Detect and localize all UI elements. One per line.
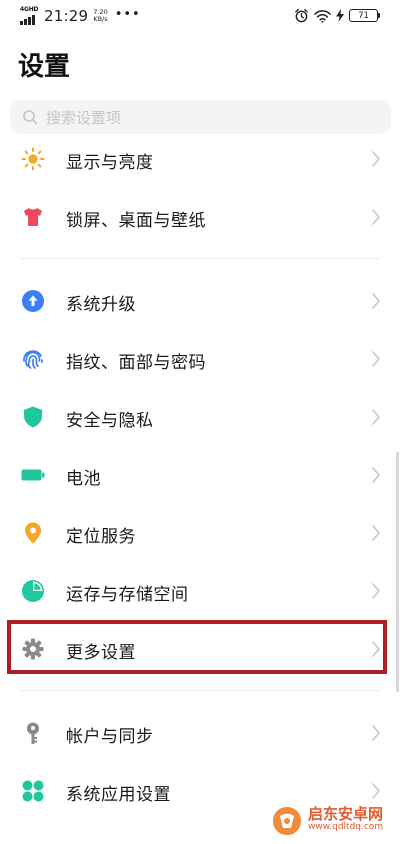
watermark-logo-icon [273, 807, 301, 835]
cellular-signal-icon: 4GHD [20, 6, 39, 26]
watermark-url: www.qdltdq.com [308, 822, 384, 832]
location-pin-icon [25, 522, 41, 544]
alarm-icon [295, 8, 308, 23]
app-grid-icon [22, 780, 44, 802]
settings-item-location-services[interactable]: 定位服务 [0, 508, 400, 560]
settings-item-lockscreen-wallpaper[interactable]: 锁屏、桌面与壁纸 [0, 192, 400, 244]
shield-icon [24, 406, 42, 428]
chevron-right-icon [372, 725, 380, 741]
gear-icon [22, 638, 44, 660]
key-icon [27, 722, 39, 744]
chevron-right-icon [372, 525, 380, 541]
settings-item-memory-storage[interactable]: 运存与存储空间 [0, 566, 400, 618]
settings-item-label: 运存与存储空间 [66, 584, 189, 605]
tshirt-icon [24, 208, 42, 226]
battery-indicator: 71 [349, 9, 380, 22]
chevron-right-icon [372, 409, 380, 425]
search-icon [23, 110, 38, 125]
settings-item-label: 锁屏、桌面与壁纸 [66, 210, 206, 231]
settings-item-label: 电池 [66, 468, 101, 489]
pie-chart-icon [22, 580, 44, 602]
chevron-right-icon [372, 351, 380, 367]
network-type: 4GHD [20, 6, 39, 13]
battery-level: 71 [349, 9, 378, 22]
upgrade-arrow-icon [22, 290, 44, 312]
status-time: 21:29 [44, 7, 89, 25]
chevron-right-icon [372, 293, 380, 309]
settings-item-security-privacy[interactable]: 安全与隐私 [0, 392, 400, 444]
network-speed: 7.20 KB/s [93, 8, 108, 23]
settings-item-label: 帐户与同步 [66, 726, 154, 747]
settings-item-label: 更多设置 [66, 642, 136, 663]
watermark: 启东安卓网 www.qdltdq.com [270, 804, 383, 838]
settings-item-label: 显示与亮度 [66, 152, 154, 173]
settings-item-fingerprint-face-password[interactable]: 指纹、面部与密码 [0, 334, 400, 386]
chevron-right-icon [372, 467, 380, 483]
settings-item-system-upgrade[interactable]: 系统升级 [0, 276, 400, 328]
settings-item-more-settings[interactable]: 更多设置 [0, 624, 400, 676]
settings-item-label: 定位服务 [66, 526, 136, 547]
watermark-name: 启东安卓网 [308, 805, 384, 823]
settings-item-account-sync[interactable]: 帐户与同步 [0, 708, 400, 760]
settings-item-display-brightness[interactable]: 显示与亮度 [0, 134, 400, 186]
settings-item-label: 系统升级 [66, 294, 136, 315]
chevron-right-icon [372, 151, 380, 167]
settings-item-label: 系统应用设置 [66, 784, 171, 805]
more-notifications-icon: ••• [114, 6, 141, 22]
fingerprint-icon [23, 350, 43, 369]
wifi-icon [314, 9, 331, 23]
section-divider [20, 258, 380, 259]
search-placeholder: 搜索设置项 [46, 108, 122, 127]
chevron-right-icon [372, 583, 380, 599]
chevron-right-icon [372, 209, 380, 225]
sun-icon [21, 147, 45, 171]
page-title: 设置 [18, 52, 71, 82]
settings-item-label: 安全与隐私 [66, 410, 154, 431]
chevron-right-icon [372, 783, 380, 799]
search-input[interactable]: 搜索设置项 [10, 100, 391, 134]
scrollbar[interactable] [396, 452, 399, 692]
settings-item-label: 指纹、面部与密码 [66, 352, 206, 373]
chevron-right-icon [372, 641, 380, 657]
charging-bolt-icon [336, 9, 344, 22]
section-divider [20, 690, 380, 691]
status-bar: 4GHD 21:29 7.20 KB/s ••• 71 [0, 0, 400, 34]
battery-icon [21, 469, 45, 481]
bottom-edge [0, 838, 400, 844]
settings-item-battery[interactable]: 电池 [0, 450, 400, 502]
